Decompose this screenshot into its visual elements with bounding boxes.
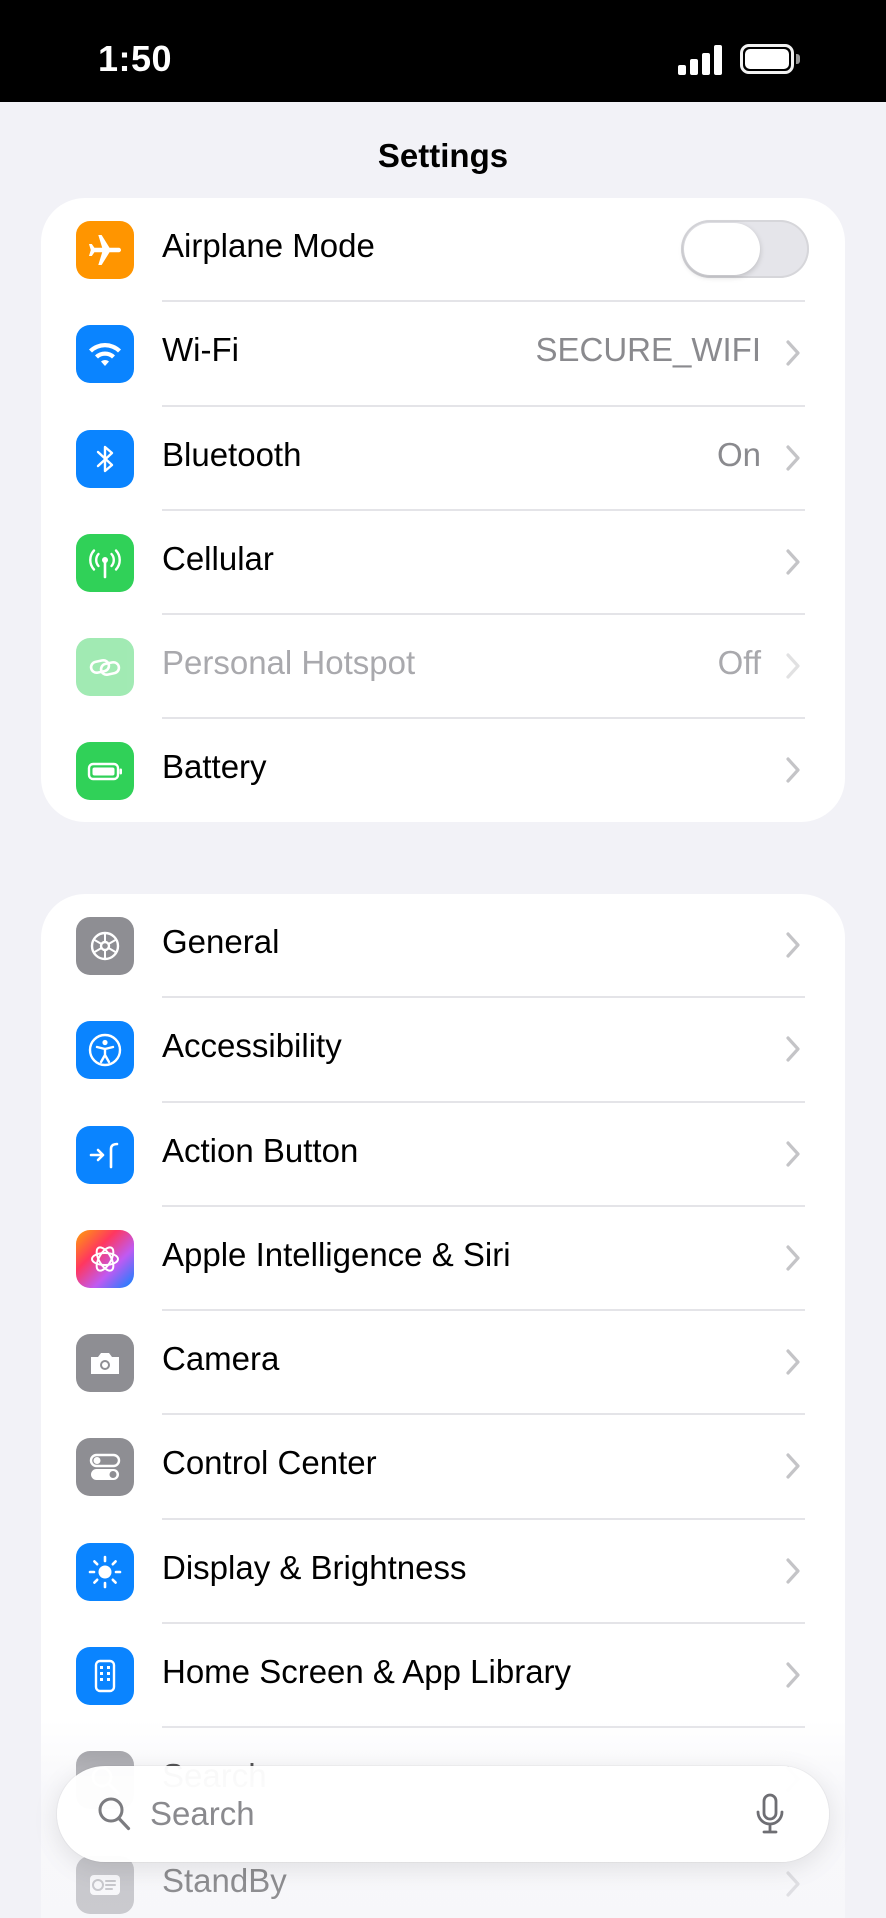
- standby-icon: [76, 1855, 134, 1914]
- settings-screen: 1:50 Settings Airplane Mode Wi-Fi SECURE…: [0, 0, 886, 1918]
- settings-row-action-button[interactable]: Action Button: [41, 1103, 845, 1207]
- settings-row-battery[interactable]: Battery: [41, 719, 845, 822]
- status-bar: 1:50: [0, 0, 886, 102]
- toggles-icon: [76, 1438, 134, 1497]
- status-time: 1:50: [98, 38, 173, 79]
- chevron-right-icon: [786, 340, 800, 366]
- battery-icon: [76, 742, 134, 801]
- chevron-right-icon: [786, 1453, 800, 1480]
- row-label: Display & Brightness: [162, 1548, 467, 1586]
- chevron-right-icon: [786, 757, 800, 784]
- sun-icon: [76, 1542, 134, 1601]
- row-label: Bluetooth: [162, 435, 302, 473]
- settings-row-airplane-mode[interactable]: Airplane Mode: [41, 198, 845, 303]
- row-label: Personal Hotspot: [162, 644, 416, 682]
- general-group: General Accessibility Action Button Appl…: [41, 894, 845, 1918]
- connectivity-group: Airplane Mode Wi-Fi SECURE_WIFI Bluetoot…: [41, 198, 845, 822]
- chevron-right-icon: [786, 444, 800, 471]
- settings-row-display-brightness[interactable]: Display & Brightness: [41, 1520, 845, 1625]
- row-label: Apple Intelligence & Siri: [162, 1235, 511, 1273]
- row-label: General: [162, 923, 280, 960]
- settings-row-camera[interactable]: Camera: [41, 1311, 845, 1416]
- settings-row-control-center[interactable]: Control Center: [41, 1415, 845, 1520]
- chevron-right-icon: [786, 1349, 800, 1375]
- link-icon: [76, 638, 134, 697]
- hotspot-status: Off: [717, 644, 761, 682]
- wifi-icon: [76, 325, 134, 384]
- chevron-right-icon: [786, 1558, 800, 1584]
- apple-intelligence-icon: [76, 1229, 134, 1288]
- antenna-icon: [76, 533, 134, 592]
- settings-row-bluetooth[interactable]: Bluetooth On: [41, 407, 845, 511]
- row-label: Cellular: [162, 539, 274, 577]
- settings-row-apple-intelligence-siri[interactable]: Apple Intelligence & Siri: [41, 1207, 845, 1312]
- phone-grid-icon: [76, 1647, 134, 1706]
- settings-row-general[interactable]: General: [41, 894, 845, 999]
- settings-row-accessibility[interactable]: Accessibility: [41, 998, 845, 1103]
- row-label: Wi-Fi: [162, 331, 239, 369]
- battery-status-icon: [740, 44, 800, 74]
- chevron-right-icon: [786, 1140, 800, 1167]
- chevron-right-icon: [786, 653, 800, 679]
- bluetooth-status: On: [716, 435, 761, 473]
- camera-icon: [76, 1334, 134, 1393]
- microphone-icon[interactable]: [755, 1792, 785, 1836]
- settings-row-home-screen[interactable]: Home Screen & App Library: [41, 1624, 845, 1729]
- page-title: Settings: [377, 137, 509, 174]
- row-label: Home Screen & App Library: [162, 1653, 572, 1691]
- chevron-right-icon: [786, 1036, 800, 1062]
- action-button-icon: [76, 1125, 134, 1184]
- search-input[interactable]: [150, 1788, 710, 1840]
- airplane-mode-toggle[interactable]: [681, 220, 809, 278]
- chevron-right-icon: [786, 1245, 800, 1271]
- chevron-right-icon: [786, 549, 800, 575]
- row-label: StandBy: [162, 1861, 287, 1899]
- chevron-right-icon: [786, 1662, 800, 1688]
- row-label: Accessibility: [162, 1027, 342, 1065]
- airplane-icon: [76, 221, 134, 279]
- cellular-signal-icon: [678, 45, 724, 75]
- chevron-right-icon: [786, 1871, 800, 1897]
- row-label: Control Center: [162, 1444, 377, 1482]
- row-label: Airplane Mode: [162, 227, 375, 264]
- settings-row-personal-hotspot[interactable]: Personal Hotspot Off: [41, 615, 845, 720]
- bluetooth-icon: [76, 429, 134, 488]
- gear-icon: [76, 917, 134, 975]
- settings-row-cellular[interactable]: Cellular: [41, 511, 845, 616]
- row-label: Battery: [162, 748, 267, 786]
- settings-row-wifi[interactable]: Wi-Fi SECURE_WIFI: [41, 302, 845, 407]
- accessibility-icon: [76, 1021, 134, 1080]
- row-label: Camera: [162, 1340, 280, 1378]
- row-label: Action Button: [162, 1131, 359, 1169]
- chevron-right-icon: [786, 932, 800, 958]
- wifi-network-name: SECURE_WIFI: [535, 331, 761, 369]
- search-icon: [98, 1797, 131, 1831]
- search-bar[interactable]: [57, 1766, 829, 1862]
